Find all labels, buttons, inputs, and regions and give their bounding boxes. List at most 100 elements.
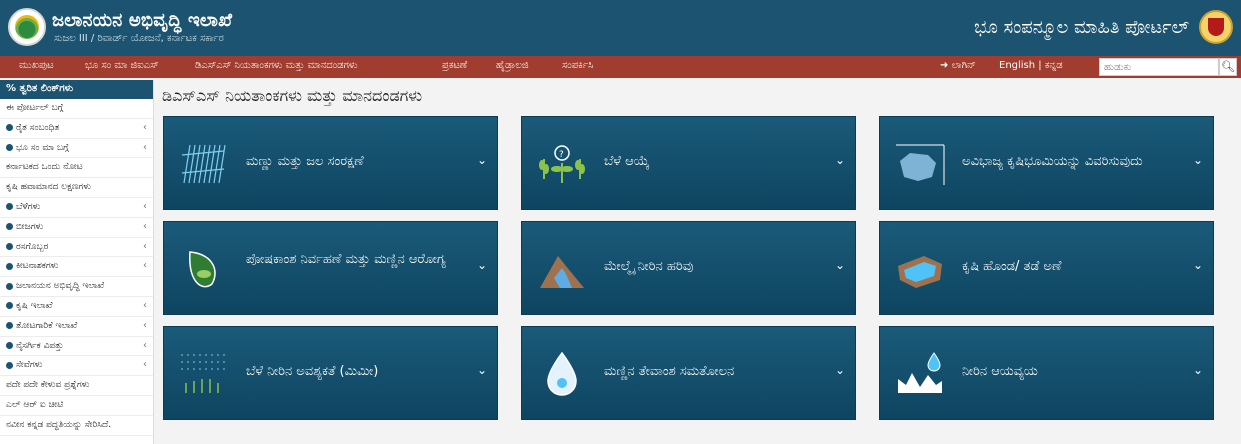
- chevron-down-icon: ⌄: [476, 363, 487, 377]
- quick-links-sidebar: % ತ್ವರಿತ ಲಿಂಕ್‌ಗಳು ಈ ಪೋರ್ಟಲ್ ಬಗ್ಗೆ ರೈತ ಸಂ…: [0, 80, 154, 444]
- search-button[interactable]: 🔍︎: [1219, 58, 1237, 76]
- portal-title: ಭೂ ಸಂಪನ್ಮೂಲ ಮಾಹಿತಿ ಪೋರ್ಟಲ್: [974, 17, 1189, 38]
- magnifier-icon: 🔍︎: [1221, 60, 1235, 73]
- bullet-icon: [6, 322, 13, 330]
- nav-item-publications[interactable]: ಪ್ರಕಟಣೆ: [442, 60, 467, 71]
- chevron-left-icon: ‹: [143, 299, 147, 311]
- soil-moisture-drop-icon: [536, 349, 588, 399]
- chevron-left-icon: ‹: [143, 200, 147, 212]
- category-tile[interactable]: ಮಣ್ಣಿನ ತೇವಾಂಶ ಸಮತೋಲನ ⌄: [521, 326, 856, 420]
- soil-water-lines-icon: [178, 139, 230, 189]
- page-title: ಡಿಎಸ್ಎಸ್ ನಿಯತಾಂಕಗಳು ಮತ್ತು ಮಾನದಂಡಗಳು: [162, 86, 423, 105]
- sidebar-item[interactable]: ಈ ಪೋರ್ಟಲ್ ಬಗ್ಗೆ: [0, 99, 153, 119]
- sidebar-item-label: ರೈತ ಸಂಬಂಧಿತ: [16, 122, 60, 133]
- language-switch[interactable]: English | ಕನ್ನಡ: [999, 60, 1063, 71]
- sidebar-item-label: ಜಲಾನಯನ ಅಭಿವೃದ್ಧಿ ಇಲಾಖೆ: [16, 281, 105, 292]
- sidebar-item-label: ಪದೇ ಪದೇ ಕೇಳುವ ಪ್ರಶ್ನೆಗಳು: [6, 380, 90, 391]
- sidebar-item-label: ಕರ್ನಾಟಕದ ಒಂದು ನೋಟ: [6, 162, 83, 173]
- sidebar-item[interactable]: ಕೃಷಿ ಇಲಾಖೆ ‹: [0, 297, 153, 317]
- sidebar-item[interactable]: ಬೀಜಗಳು ‹: [0, 218, 153, 238]
- nav-item-contact[interactable]: ಸಂಪರ್ಕಿಸಿ: [562, 60, 593, 71]
- karnataka-emblem-icon: [1199, 10, 1233, 44]
- sidebar-item[interactable]: ಸೇವೆಗಳು ‹: [0, 356, 153, 377]
- chevron-left-icon: ‹: [143, 359, 147, 371]
- category-tile[interactable]: ಮೇಲ್ಮೈ ನೀರಿನ ಹರಿವು ⌄: [521, 221, 856, 315]
- tile-label: ಅವಿಭಾಜ್ಯ ಕೃಷಿಭೂಮಿಯನ್ನು ವಿವರಿಸುವುದು: [962, 154, 1143, 169]
- sidebar-item[interactable]: ಕೀಟನಾಶಕಗಳು ‹: [0, 257, 153, 278]
- category-tile[interactable]: ಕೃಷಿ ಹೊಂಡ/ ತಡೆ ಅಣೆ ⌄: [879, 221, 1214, 315]
- nav-item-lrigis[interactable]: ಭೂ ಸಂ ಮಾ ಜಿಐಎಸ್: [85, 60, 159, 71]
- bullet-icon: [6, 223, 13, 231]
- header-subtitle: ಸುಜಲ III / ರಿವಾರ್ಡ್ ಯೋಜನೆ, ಕರ್ನಾಟಕ ಸರ್ಕಾ…: [54, 33, 224, 44]
- category-tile[interactable]: ಪೋಷಕಾಂಶ ನಿರ್ವಹಣೆ ಮತ್ತು ಮಣ್ಣಿನ ಆರೋಗ್ಯ ⌄: [163, 221, 498, 315]
- sidebar-item-label: ನೈಸರ್ಗಿಕ ವಿಪತ್ತು: [16, 340, 64, 351]
- sidebar-item[interactable]: ಬೆಳೆಗಳು ‹: [0, 198, 153, 218]
- nav-item-home[interactable]: ಮುಖಪುಟ: [19, 60, 54, 71]
- bullet-icon: [6, 361, 13, 369]
- category-tile[interactable]: ಬೆಳೆ ನೀರಿನ ಅವಶ್ಯಕತೆ (ಮಿಮೀ) ⌄: [163, 326, 498, 420]
- header-title: ಜಲಾನಯನ ಅಭಿವೃದ್ಧಿ ಇಲಾಖೆ: [52, 10, 233, 31]
- category-tile[interactable]: ಅವಿಭಾಜ್ಯ ಕೃಷಿಭೂಮಿಯನ್ನು ವಿವರಿಸುವುದು ⌄: [879, 116, 1214, 210]
- sidebar-item[interactable]: ಪದೇ ಪದೇ ಕೇಳುವ ಪ್ರಶ್ನೆಗಳು: [0, 376, 153, 396]
- login-link[interactable]: ➜ ಲಾಗಿನ್: [940, 60, 976, 71]
- bullet-icon: [6, 144, 13, 152]
- nutrient-leaf-icon: [178, 244, 230, 294]
- tile-label: ಮಣ್ಣಿನ ತೇವಾಂಶ ಸಮತೋಲನ: [604, 364, 735, 379]
- sidebar-item-label: ಕೃಷಿ ಇಲಾಖೆ: [16, 300, 53, 311]
- chevron-down-icon: ⌄: [476, 153, 487, 167]
- sidebar-item[interactable]: ರಸಗೊಬ್ಬರ ‹: [0, 238, 153, 258]
- main-nav: ಮುಖಪುಟ ಭೂ ಸಂ ಮಾ ಜಿಐಎಸ್ ಡಿಎಸ್ಎಸ್ ನಿಯತಾಂಕಗ…: [0, 56, 1241, 78]
- sidebar-list: ಈ ಪೋರ್ಟಲ್ ಬಗ್ಗೆ ರೈತ ಸಂಬಂಧಿತ ‹ ಭೂ ಸಂ ಮಾ ಬಗ್ಗ…: [0, 99, 153, 436]
- tile-label: ಬೆಳೆ ಆಯ್ಕೆ: [604, 154, 650, 169]
- sidebar-item-label: ರಸಗೊಬ್ಬರ: [16, 241, 49, 252]
- sidebar-item-label: ಕೃಷಿ ಹವಾಮಾನದ ಲಕ್ಷಣಗಳು: [6, 182, 91, 193]
- top-header: ಜಲಾನಯನ ಅಭಿವೃದ್ಧಿ ಇಲಾಖೆ ಸುಜಲ III / ರಿವಾರ್…: [0, 0, 1241, 56]
- sidebar-item[interactable]: ಜಲಾನಯನ ಅಭಿವೃದ್ಧಿ ಇಲಾಖೆ: [0, 277, 153, 297]
- crop-selection-icon: ?: [536, 139, 588, 189]
- nav-item-hydrology[interactable]: ಹೈಡ್ರಾಲಜಿ: [496, 60, 529, 71]
- sidebar-item-label: ಬೀಜಗಳು: [16, 221, 44, 232]
- bullet-icon: [6, 302, 13, 310]
- tile-label: ಕೃಷಿ ಹೊಂಡ/ ತಡೆ ಅಣೆ: [962, 259, 1062, 274]
- sidebar-item[interactable]: ರೈತ ಸಂಬಂಧಿತ ‹: [0, 119, 153, 139]
- sidebar-item[interactable]: ನೈಸರ್ಗಿಕ ವಿಪತ್ತು ‹: [0, 337, 153, 357]
- farm-pond-icon: [894, 244, 946, 294]
- chevron-left-icon: ‹: [143, 339, 147, 351]
- category-tile[interactable]: ಮಣ್ಣು ಮತ್ತು ಜಲ ಸಂರಕ್ಷಣೆ ⌄: [163, 116, 498, 210]
- category-tile[interactable]: ? ಬೆಳೆ ಆಯ್ಕೆ ⌄: [521, 116, 856, 210]
- sidebar-item-label: ಈ ಪೋರ್ಟಲ್ ಬಗ್ಗೆ: [6, 103, 64, 113]
- chevron-down-icon: ⌄: [476, 258, 487, 272]
- svg-text:?: ?: [559, 150, 564, 160]
- surface-runoff-icon: [536, 244, 588, 294]
- bullet-icon: [6, 203, 13, 211]
- chevron-down-icon: ⌄: [834, 153, 845, 167]
- land-parcel-icon: [894, 139, 946, 189]
- sidebar-item-label: ಭೂ ಸಂ ಮಾ ಬಗ್ಗೆ: [16, 142, 69, 153]
- bullet-icon: [6, 342, 13, 350]
- chevron-down-icon: ⌄: [834, 258, 845, 272]
- sidebar-item[interactable]: ಕರ್ನಾಟಕದ ಒಂದು ನೋಟ: [0, 158, 153, 179]
- tile-label: ಬೆಳೆ ನೀರಿನ ಅವಶ್ಯಕತೆ (ಮಿಮೀ): [246, 364, 379, 379]
- sidebar-item[interactable]: ನವೀನ ಕನ್ನಡ ಪದ್ಧತಿಯನ್ನು ಸೇರಿಸಿದೆ.: [0, 416, 153, 436]
- bullet-icon: [6, 124, 13, 132]
- sidebar-item-label: ಸೇವೆಗಳು: [16, 360, 43, 371]
- tile-label: ನೀರಿನ ಆಯವ್ಯಯ: [962, 364, 1038, 379]
- chevron-left-icon: ‹: [143, 220, 147, 232]
- chevron-left-icon: ‹: [143, 319, 147, 331]
- category-tile[interactable]: ನೀರಿನ ಆಯವ್ಯಯ ⌄: [879, 326, 1214, 420]
- sidebar-item[interactable]: ತೋಟಗಾರಿಕೆ ಇಲಾಖೆ ‹: [0, 317, 153, 337]
- sidebar-item[interactable]: ಎಲ್ ಆರ್ ಐ ಚೀಟಿ: [0, 396, 153, 416]
- sidebar-item-label: ಎಲ್ ಆರ್ ಐ ಚೀಟಿ: [6, 399, 64, 410]
- crop-water-icon: [178, 349, 230, 399]
- chevron-down-icon: ⌄: [1192, 258, 1203, 272]
- department-logo-icon[interactable]: [8, 8, 46, 46]
- nav-item-dss-parameters[interactable]: ಡಿಎಸ್ಎಸ್ ನಿಯತಾಂಕಗಳು ಮತ್ತು ಮಾನದಂಡಗಳು: [195, 60, 358, 71]
- sidebar-item-label: ತೋಟಗಾರಿಕೆ ಇಲಾಖೆ: [16, 320, 78, 331]
- sidebar-item[interactable]: ಕೃಷಿ ಹವಾಮಾನದ ಲಕ್ಷಣಗಳು: [0, 178, 153, 198]
- bullet-icon: [6, 262, 13, 270]
- sidebar-item-label: ಬೆಳೆಗಳು: [16, 201, 41, 212]
- search-input[interactable]: [1099, 58, 1219, 76]
- sidebar-item[interactable]: ಭೂ ಸಂ ಮಾ ಬಗ್ಗೆ ‹: [0, 139, 153, 159]
- tile-label: ಮೇಲ್ಮೈ ನೀರಿನ ಹರಿವು: [604, 259, 694, 274]
- chevron-left-icon: ‹: [143, 121, 147, 133]
